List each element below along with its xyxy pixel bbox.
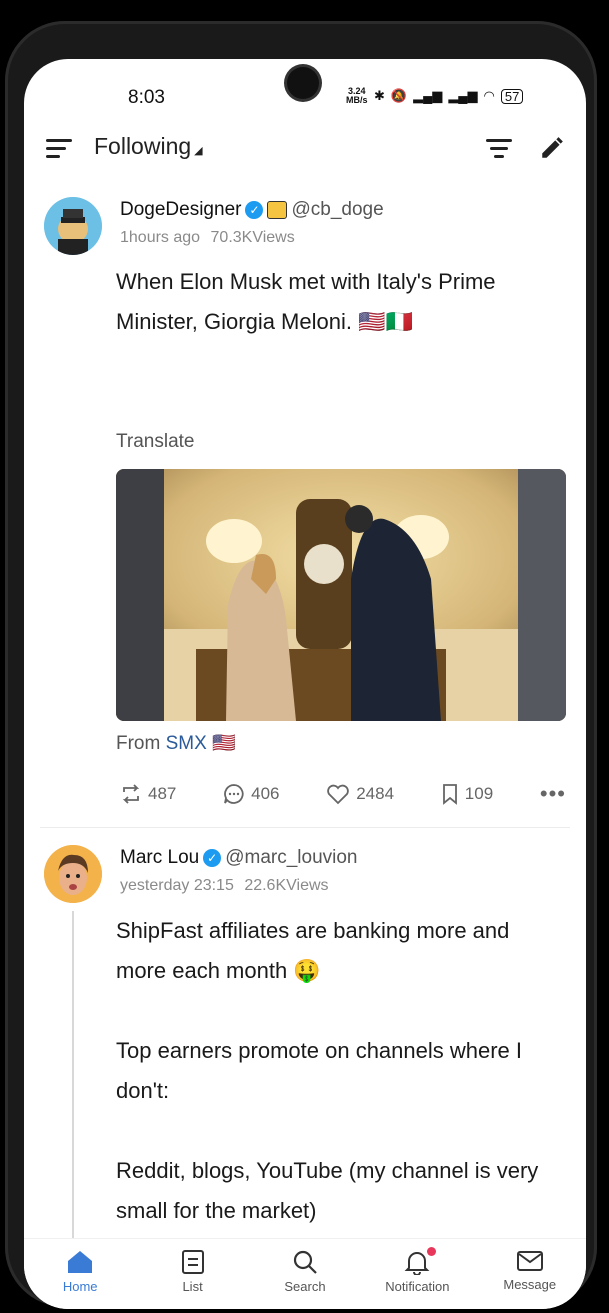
nav-list-label: List <box>182 1279 203 1294</box>
post-views: 22.6KViews <box>244 877 329 894</box>
nav-home[interactable]: Home <box>30 1239 130 1309</box>
compose-icon[interactable] <box>539 135 565 161</box>
repost-button[interactable]: 487 <box>120 784 176 804</box>
post-divider <box>40 827 570 828</box>
post-text: When Elon Musk met with Italy's Prime Mi… <box>116 269 496 334</box>
like-count: 2484 <box>356 784 395 803</box>
comment-icon <box>224 784 244 804</box>
nav-search-label: Search <box>284 1279 326 1294</box>
post-video[interactable] <box>116 469 566 721</box>
phone-frame: 8:03 3.24 MB/s ✱ 🔕 ▂▄▆ ▂▄▆ ◠ 57 Followin… <box>5 21 597 1309</box>
author-name[interactable]: DogeDesigner <box>120 199 241 221</box>
post-text: ShipFast affiliates are banking more and… <box>116 918 539 1223</box>
menu-icon[interactable] <box>46 137 72 159</box>
nav-list[interactable]: List <box>143 1239 243 1309</box>
avatar[interactable] <box>44 845 102 903</box>
wifi-icon: ◠ <box>483 88 495 103</box>
notification-dot <box>427 1247 437 1256</box>
feed-selector[interactable]: Following ◢ <box>94 133 203 160</box>
network-rate: 3.24 MB/s <box>346 87 368 105</box>
more-options-icon[interactable]: ••• <box>540 781 566 807</box>
source-link[interactable]: SMX <box>166 733 207 754</box>
battery-icon: 57 <box>500 88 524 104</box>
signal-icon-2: ▂▄▆ <box>448 88 478 103</box>
caret-down-icon: ◢ <box>194 145 203 157</box>
post-meta: yesterday 23:15 22.6KViews <box>120 877 329 895</box>
source-prefix: From <box>116 733 166 754</box>
post-author-row: Marc Lou ✓ @marc_louvion <box>120 847 358 869</box>
thread-line <box>72 911 74 1241</box>
bluetooth-icon: ✱ <box>374 88 385 103</box>
comment-count: 406 <box>251 784 280 803</box>
nav-notification[interactable]: Notification <box>367 1239 467 1309</box>
bookmark-icon <box>442 784 457 805</box>
post-meta: 1hours ago 70.3KViews <box>120 229 295 247</box>
nav-notification-label: Notification <box>385 1279 450 1294</box>
post-time: 1hours ago <box>120 229 201 246</box>
post-source: From SMX 🇺🇸 <box>116 731 236 755</box>
bookmark-count: 109 <box>464 784 494 803</box>
status-icons: ✱ 🔕 ▂▄▆ ▂▄▆ ◠ 57 <box>374 85 524 107</box>
filter-icon[interactable] <box>486 139 512 159</box>
bottom-nav: Home List Search Notification Message <box>24 1238 586 1309</box>
search-icon <box>293 1250 317 1274</box>
bookmark-button[interactable]: 109 <box>441 783 493 805</box>
feed-title: Following <box>94 133 192 159</box>
screen: 8:03 3.24 MB/s ✱ 🔕 ▂▄▆ ▂▄▆ ◠ 57 Followin… <box>24 59 586 1309</box>
home-icon <box>68 1251 93 1273</box>
mail-icon <box>516 1251 543 1271</box>
network-rate-unit: MB/s <box>346 95 368 105</box>
translate-link[interactable]: Translate <box>116 431 195 453</box>
video-thumbnail <box>116 469 566 721</box>
like-button[interactable]: 2484 <box>326 783 394 805</box>
top-bar: Following ◢ <box>24 125 586 171</box>
verified-badge-icon: ✓ <box>245 201 264 219</box>
list-icon <box>181 1250 204 1274</box>
affiliate-badge-icon <box>267 201 288 219</box>
status-bar: 8:03 3.24 MB/s ✱ 🔕 ▂▄▆ ▂▄▆ ◠ 57 <box>24 59 586 125</box>
source-flag: 🇺🇸 <box>212 733 236 754</box>
nav-message-label: Message <box>503 1277 557 1292</box>
nav-search[interactable]: Search <box>255 1239 355 1309</box>
front-camera <box>287 67 319 99</box>
nav-home-label: Home <box>62 1279 98 1294</box>
repost-icon <box>122 784 140 804</box>
status-time: 8:03 <box>128 87 165 108</box>
nav-message[interactable]: Message <box>480 1239 580 1309</box>
author-name[interactable]: Marc Lou <box>120 847 199 869</box>
verified-badge-icon: ✓ <box>203 849 222 867</box>
repost-count: 487 <box>148 784 177 803</box>
post-time: yesterday 23:15 <box>120 877 234 894</box>
mute-icon: 🔕 <box>390 88 408 103</box>
heart-icon <box>327 784 349 805</box>
avatar[interactable] <box>44 197 102 255</box>
comment-button[interactable]: 406 <box>223 783 279 805</box>
author-handle[interactable]: @cb_doge <box>291 199 383 221</box>
signal-icon: ▂▄▆ <box>413 88 443 103</box>
post-author-row: DogeDesigner ✓ @cb_doge <box>120 199 384 221</box>
post-actions: 487 406 2484 109 ••• <box>120 781 566 807</box>
author-handle[interactable]: @marc_louvion <box>225 847 357 869</box>
post-views: 70.3KViews <box>210 229 295 246</box>
